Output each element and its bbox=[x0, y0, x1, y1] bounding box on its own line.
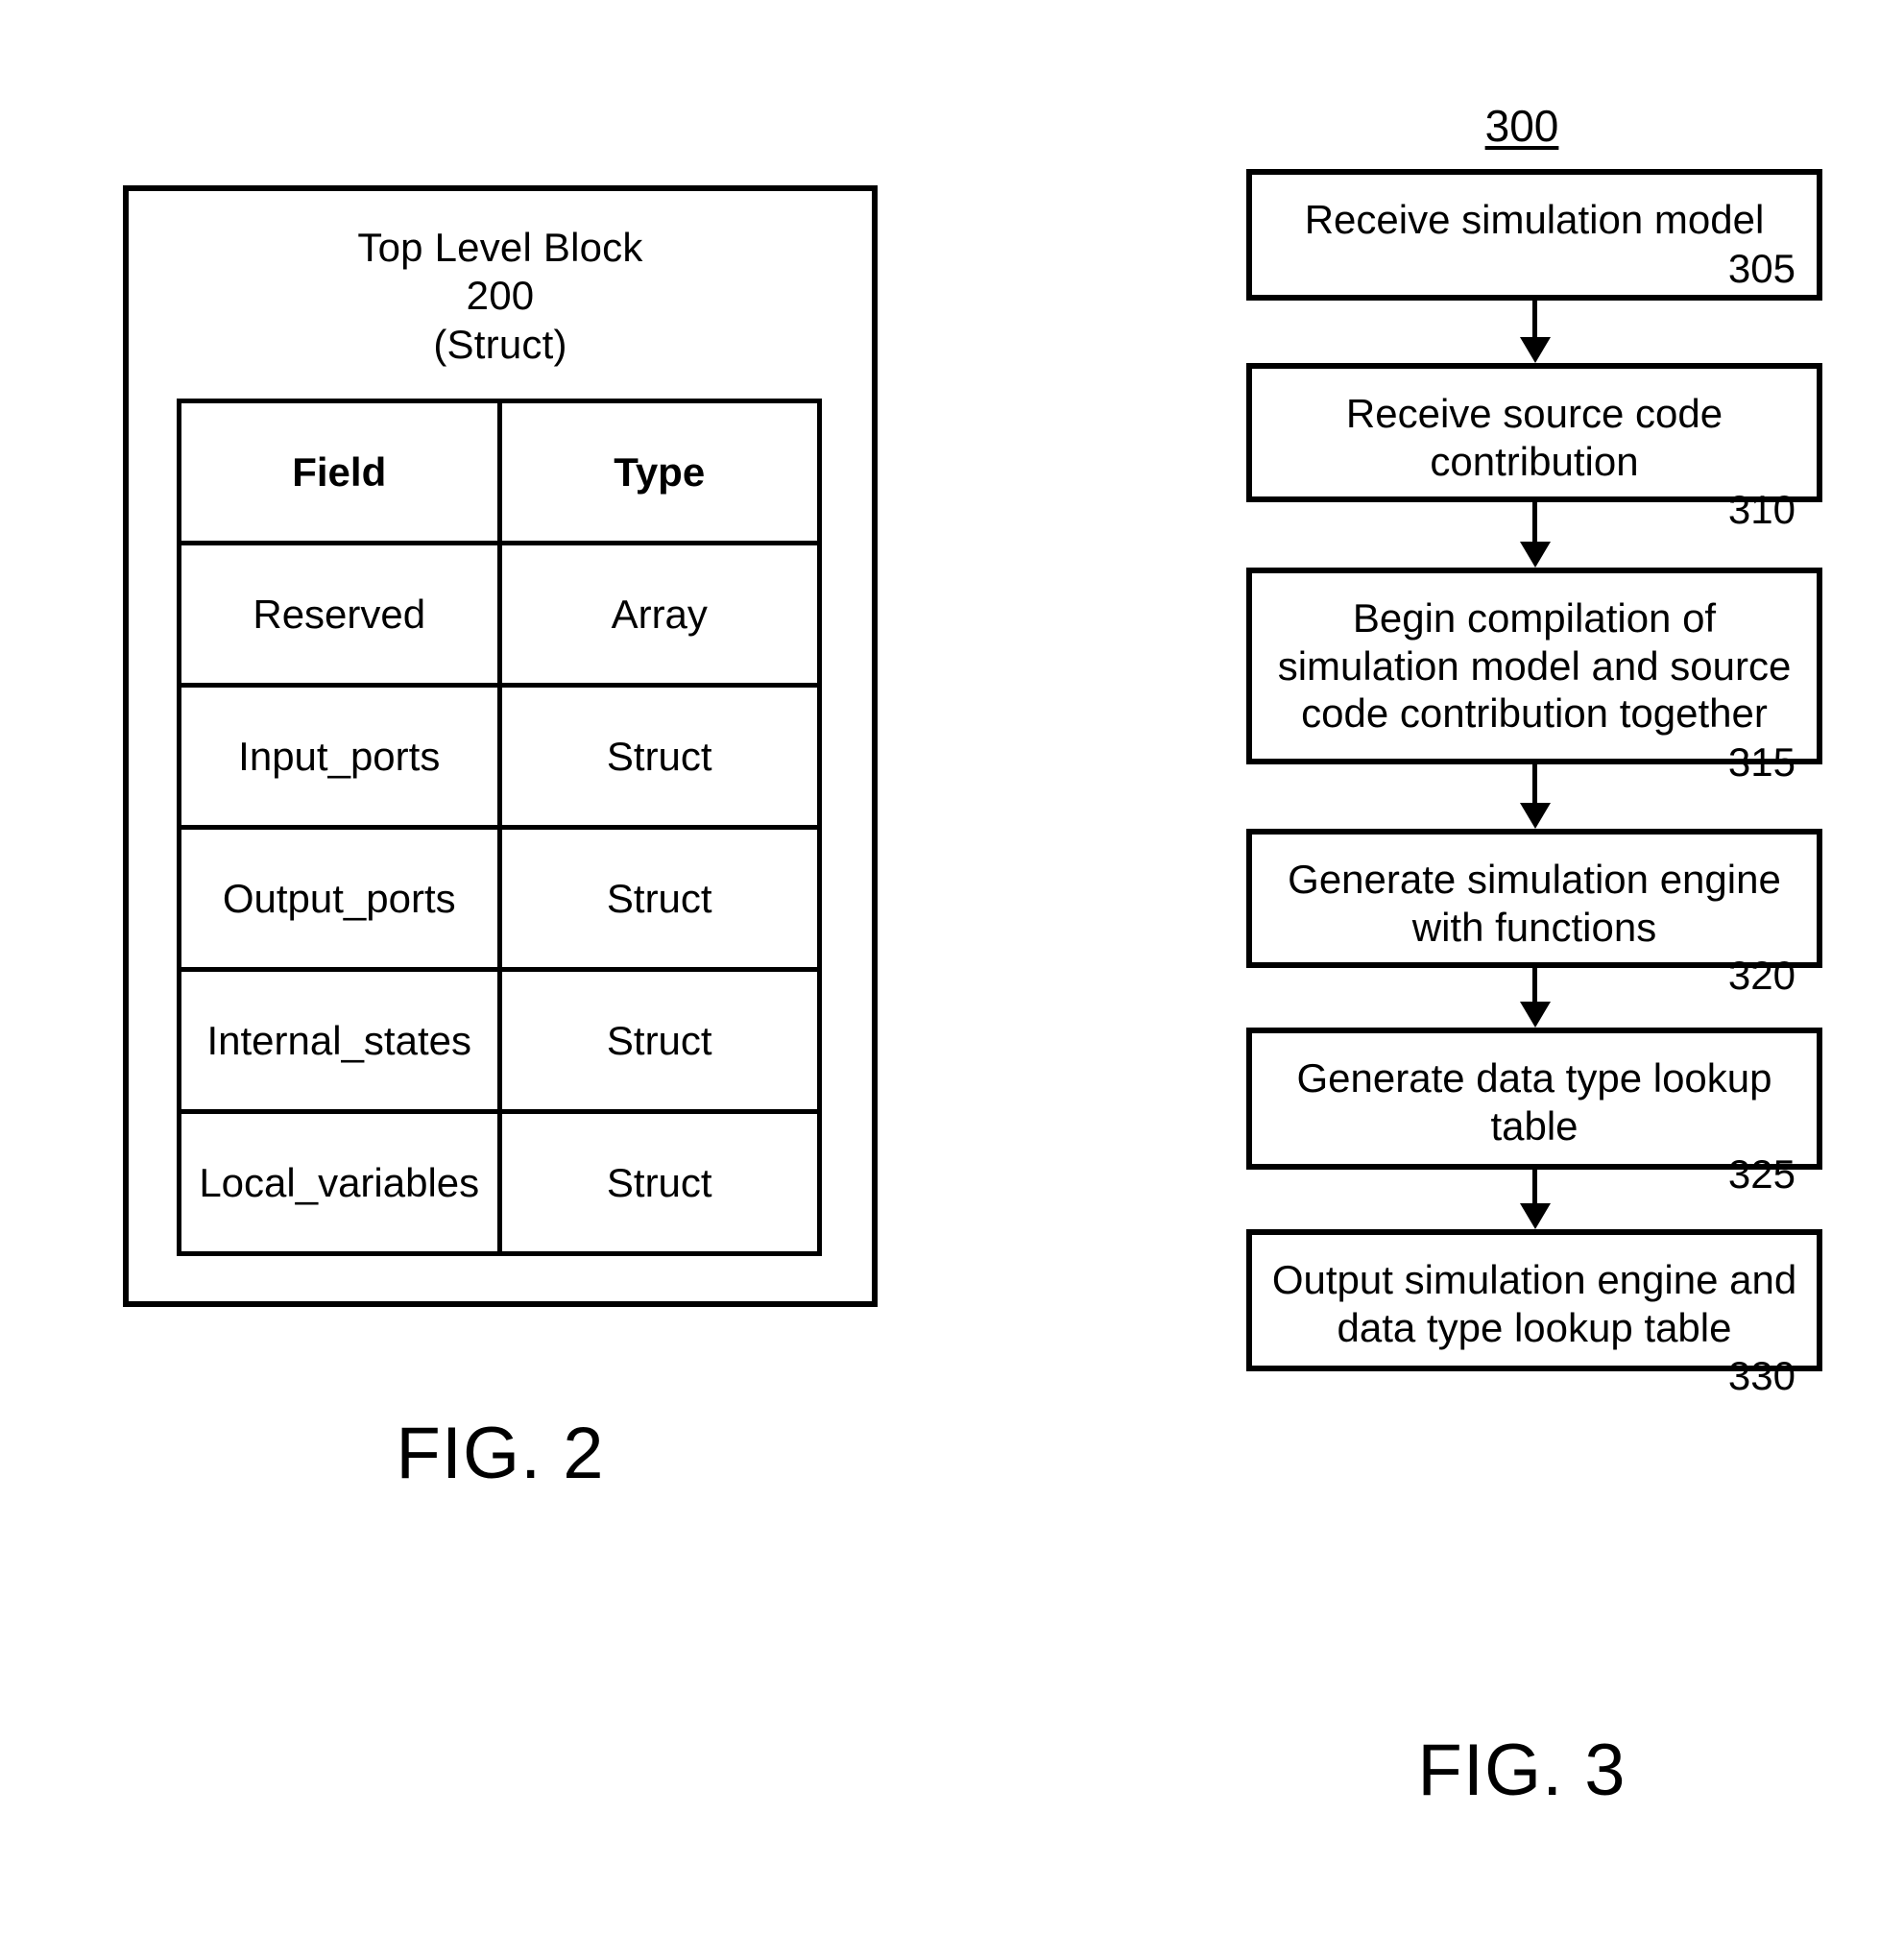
block-ref-number: 200 bbox=[466, 273, 535, 319]
block-title-line: Top Level Block bbox=[357, 225, 643, 270]
table-row: Output_ports Struct bbox=[177, 825, 822, 972]
flow-step-330-text-line-1: Output simulation engine and bbox=[1271, 1257, 1797, 1302]
arrow-head-icon bbox=[1520, 337, 1551, 363]
flow-step-320-text-line-2: with functions bbox=[1411, 904, 1657, 950]
figure-2-caption: FIG. 2 bbox=[396, 1413, 605, 1494]
connector-arrow-320-325 bbox=[1513, 968, 1555, 1028]
arrow-stem bbox=[1532, 968, 1537, 1002]
table-row: Input_ports Struct bbox=[177, 683, 822, 830]
table-header-row: Field Type bbox=[177, 399, 822, 545]
figure-3-caption: FIG. 3 bbox=[1417, 1730, 1627, 1811]
cell-field: Local_variables bbox=[177, 1109, 502, 1256]
cell-field: Output_ports bbox=[177, 825, 502, 972]
flow-step-315: Begin compilation of simulation model an… bbox=[1246, 568, 1822, 785]
table-row: Internal_states Struct bbox=[177, 967, 822, 1114]
top-level-block-title: Top Level Block 200 (Struct) bbox=[123, 224, 878, 369]
column-header-field: Field bbox=[177, 399, 502, 545]
flow-step-305-number: 305 bbox=[1727, 245, 1796, 291]
flow-step-330: Output simulation engine and data type l… bbox=[1246, 1229, 1822, 1398]
flow-step-315-text-line-1: Begin compilation of bbox=[1352, 595, 1717, 641]
arrow-stem bbox=[1532, 502, 1537, 542]
cell-type: Struct bbox=[496, 683, 822, 830]
connector-arrow-325-330 bbox=[1513, 1170, 1555, 1229]
cell-type: Struct bbox=[496, 825, 822, 972]
flow-step-330-number: 330 bbox=[1727, 1353, 1796, 1399]
cell-field: Input_ports bbox=[177, 683, 502, 830]
arrow-head-icon bbox=[1520, 803, 1551, 829]
flow-step-315-text-line-2: simulation model and source bbox=[1277, 642, 1792, 689]
cell-field: Reserved bbox=[177, 541, 502, 688]
column-header-type: Type bbox=[496, 399, 822, 545]
cell-type: Struct bbox=[496, 967, 822, 1114]
arrow-head-icon bbox=[1520, 1203, 1551, 1229]
field-type-table: Field Type Reserved Array Input_ports St… bbox=[177, 399, 822, 1256]
flow-step-325: Generate data type lookup table 325 bbox=[1246, 1028, 1822, 1197]
cell-field: Internal_states bbox=[177, 967, 502, 1114]
table-row: Reserved Array bbox=[177, 541, 822, 688]
cell-type: Struct bbox=[496, 1109, 822, 1256]
flow-step-330-text-line-2: data type lookup table bbox=[1337, 1304, 1732, 1350]
flow-step-305-text: Receive simulation model bbox=[1304, 197, 1765, 242]
block-kind-label: (Struct) bbox=[433, 321, 567, 367]
flow-step-325-text-line-1: Generate data type lookup bbox=[1296, 1055, 1772, 1101]
flow-step-305: Receive simulation model 305 bbox=[1246, 169, 1822, 301]
flow-step-325-text-line-2: table bbox=[1490, 1102, 1579, 1149]
flow-step-320-text-line-1: Generate simulation engine bbox=[1288, 857, 1781, 902]
flow-step-310-text-line-1: Receive source code bbox=[1345, 391, 1723, 436]
flow-step-310-text-line-2: contribution bbox=[1430, 438, 1639, 484]
flow-step-310: Receive source code contribution 310 bbox=[1246, 363, 1822, 532]
flow-step-320: Generate simulation engine with function… bbox=[1246, 829, 1822, 998]
arrow-head-icon bbox=[1520, 1002, 1551, 1028]
figure-2: Top Level Block 200 (Struct) Field Type … bbox=[123, 185, 881, 1319]
arrow-stem bbox=[1532, 301, 1537, 337]
arrow-stem bbox=[1532, 764, 1537, 803]
flow-step-315-text-line-3: code contribution together bbox=[1301, 690, 1768, 737]
arrow-stem bbox=[1532, 1170, 1537, 1203]
figure-3-ref-number: 300 bbox=[1234, 100, 1810, 152]
table-row: Local_variables Struct bbox=[177, 1109, 822, 1256]
figure-3: 300 Receive simulation model 305 Receive… bbox=[1234, 58, 1829, 1690]
cell-type: Array bbox=[496, 541, 822, 688]
connector-arrow-315-320 bbox=[1513, 764, 1555, 829]
arrow-head-icon bbox=[1520, 542, 1551, 568]
figure-3-ref-value: 300 bbox=[1484, 101, 1559, 151]
connector-arrow-305-310 bbox=[1513, 301, 1555, 363]
connector-arrow-310-315 bbox=[1513, 502, 1555, 568]
